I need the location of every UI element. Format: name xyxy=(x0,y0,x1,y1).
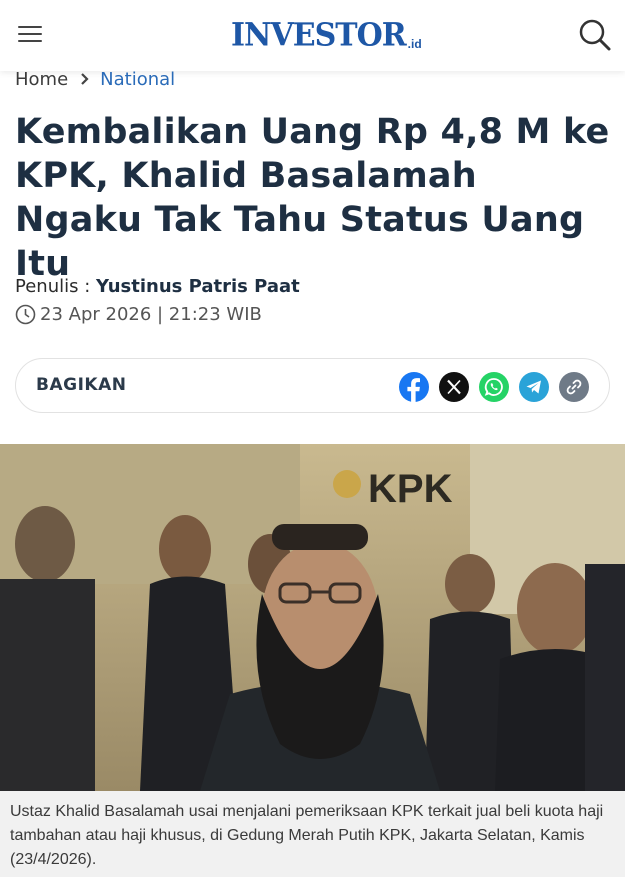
search-icon[interactable] xyxy=(578,18,612,52)
facebook-icon[interactable] xyxy=(399,372,429,402)
link-icon[interactable] xyxy=(559,372,589,402)
breadcrumb-home-link[interactable]: Home xyxy=(15,69,68,90)
site-logo[interactable]: INVESTOR .id xyxy=(231,17,422,54)
article-photo: KPK xyxy=(0,444,625,791)
breadcrumb-section-link[interactable]: National xyxy=(100,69,175,90)
whatsapp-icon[interactable] xyxy=(479,372,509,402)
breadcrumb: Home National xyxy=(15,66,175,92)
clock-icon xyxy=(15,304,36,325)
x-icon[interactable] xyxy=(439,372,469,402)
byline: Penulis : Yustinus Patris Paat xyxy=(15,276,300,297)
logo-text: INVESTOR xyxy=(231,17,407,54)
author-name[interactable]: Yustinus Patris Paat xyxy=(96,276,300,297)
kpk-sign-text: KPK xyxy=(368,467,453,511)
photo-caption: Ustaz Khalid Basalamah usai menjalani pe… xyxy=(0,791,625,877)
hamburger-menu-icon[interactable] xyxy=(18,26,42,46)
top-navigation-bar: INVESTOR .id xyxy=(0,0,625,71)
chevron-right-icon xyxy=(81,73,89,85)
share-bar: BAGIKAN xyxy=(15,358,610,413)
author-label: Penulis : xyxy=(15,276,96,297)
article-title: Kembalikan Uang Rp 4,8 M ke KPK, Khalid … xyxy=(15,112,610,284)
publish-date: 23 Apr 2026 | 21:23 WIB xyxy=(15,304,262,325)
publish-datetime: 23 Apr 2026 | 21:23 WIB xyxy=(40,304,262,325)
telegram-icon[interactable] xyxy=(519,372,549,402)
logo-suffix: .id xyxy=(407,37,422,51)
share-label: BAGIKAN xyxy=(36,375,127,395)
